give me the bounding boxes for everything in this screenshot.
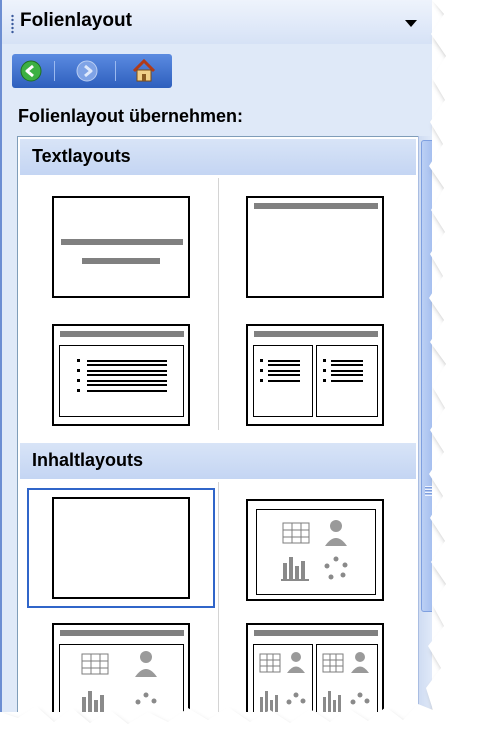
torn-edge-decoration xyxy=(0,0,481,750)
